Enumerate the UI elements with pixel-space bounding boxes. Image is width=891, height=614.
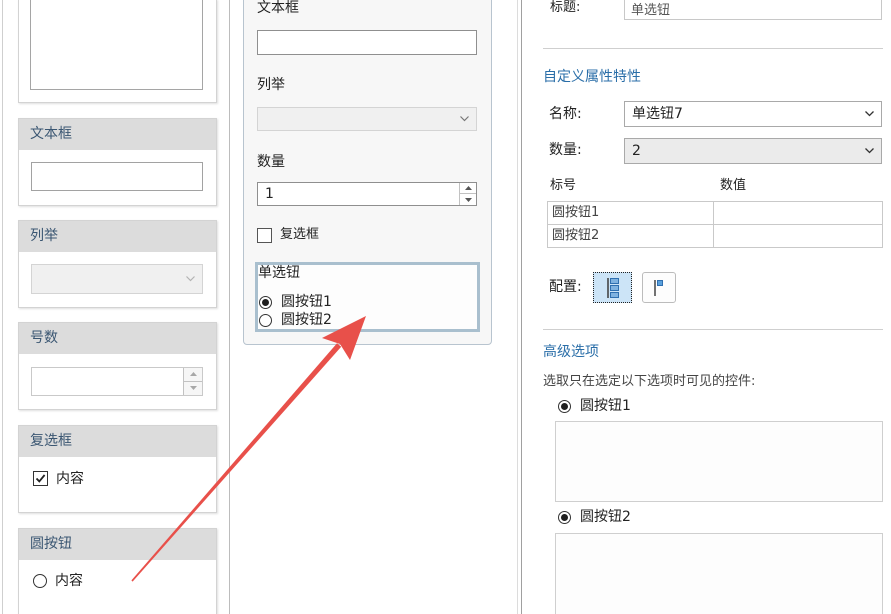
title-label: 标题: (550, 0, 581, 15)
triangle-up-icon (464, 186, 472, 190)
palette-item-title: 复选框 (19, 426, 216, 457)
combo-box[interactable] (257, 107, 477, 131)
horizontal-layout-icon (654, 279, 663, 296)
options-table: 圆按钮1 圆按钮2 (547, 201, 883, 248)
chevron-down-icon (460, 116, 469, 122)
text-area-preview (30, 0, 203, 90)
visibility-radio-label: 圆按钮1 (580, 398, 631, 414)
chevron-down-icon (865, 148, 874, 154)
advanced-options-heading: 高级选项 (543, 344, 599, 360)
radio-group-title: 单选钮 (258, 265, 300, 281)
form-preview-panel: 文本框 列举 数量 1 复选框 单选钮 圆按钮1 圆按钮2 (243, 0, 492, 345)
table-row: 圆按钮1 (547, 201, 883, 225)
quantity-spinner[interactable]: 1 (257, 182, 477, 206)
triangle-down-icon (189, 386, 197, 391)
checkbox-preview (33, 471, 48, 486)
spin-down-button[interactable] (460, 194, 476, 205)
text-field-label: 文本框 (257, 0, 299, 16)
triangle-down-icon (464, 197, 472, 202)
palette-item-text-area[interactable] (18, 0, 217, 103)
horizontal-layout-button[interactable] (642, 272, 676, 303)
layout-label: 配置: (549, 279, 582, 295)
checkbox-preview-label: 内容 (56, 471, 84, 487)
combo-label: 列举 (257, 77, 285, 93)
settings-panel: 标题: 自定义属性特性 名称: 单选钮7 数量: 2 标号 数值 圆按钮1 圆按… (522, 0, 891, 614)
palette-item-title: 圆按钮 (19, 529, 216, 560)
chevron-down-icon (865, 111, 874, 117)
radio-button-preview-label: 内容 (55, 573, 83, 589)
palette-item-title: 列举 (19, 221, 216, 252)
table-row: 圆按钮2 (547, 224, 883, 248)
visible-controls-list[interactable] (555, 421, 883, 502)
palette-item-title: 文本框 (19, 119, 216, 150)
combo-box-preview (31, 264, 203, 294)
count-value: 2 (632, 143, 641, 159)
triangle-up-icon (189, 372, 197, 377)
count-label: 数量: (549, 142, 582, 158)
vertical-layout-icon (606, 277, 619, 298)
visible-controls-list[interactable] (555, 533, 883, 614)
radio-button-preview (33, 574, 47, 588)
vertical-layout-button[interactable] (593, 272, 632, 303)
spinner-buttons (459, 183, 476, 205)
text-field-input[interactable] (257, 30, 477, 55)
visibility-radio[interactable] (558, 400, 571, 413)
visibility-radio-label: 圆按钮2 (580, 509, 631, 525)
table-cell-value[interactable] (713, 201, 883, 225)
table-cell-value[interactable] (713, 224, 883, 248)
table-header-value: 数值 (720, 178, 747, 193)
checkmark-icon (35, 474, 46, 483)
table-cell-label[interactable]: 圆按钮2 (547, 224, 714, 248)
palette-left-border (2, 0, 3, 614)
quantity-value: 1 (265, 186, 274, 202)
radio-button[interactable] (259, 314, 272, 327)
palette-item-text-field[interactable]: 文本框 (18, 118, 217, 206)
palette-item-title: 号数 (19, 323, 216, 354)
radio-dot-icon (561, 403, 568, 410)
radio-button-label: 圆按钮2 (281, 312, 332, 328)
text-field-preview (31, 162, 203, 191)
radio-button[interactable] (259, 296, 272, 309)
table-cell-label[interactable]: 圆按钮1 (547, 201, 714, 225)
palette-item-radio-button[interactable]: 圆按钮 内容 (18, 528, 217, 614)
checkbox[interactable] (257, 228, 272, 243)
advanced-options-description: 选取只在选定以下选项时可见的控件: (543, 374, 756, 389)
count-combo[interactable]: 2 (624, 138, 882, 164)
visibility-radio[interactable] (558, 511, 571, 524)
spin-down-button (184, 381, 202, 395)
widget-palette: 文本框 列举 号数 复选框 内容 圆按钮 内容 (0, 0, 230, 614)
panel-divider (517, 0, 518, 614)
name-label: 名称: (549, 106, 582, 122)
name-value: 单选钮7 (632, 106, 683, 122)
palette-item-spinner[interactable]: 号数 (18, 322, 217, 410)
radio-dot-icon (561, 514, 568, 521)
name-combo[interactable]: 单选钮7 (624, 101, 882, 127)
chevron-down-icon (186, 276, 195, 282)
table-header-label: 标号 (550, 178, 577, 193)
custom-properties-heading: 自定义属性特性 (543, 69, 641, 85)
radio-dot-icon (262, 299, 269, 306)
title-field[interactable] (624, 0, 882, 20)
spinner-buttons (183, 368, 202, 395)
checkbox-label: 复选框 (280, 227, 320, 242)
spinner-preview (31, 367, 203, 396)
palette-item-checkbox[interactable]: 复选框 内容 (18, 425, 217, 513)
palette-item-combo-box[interactable]: 列举 (18, 220, 217, 308)
radio-group-box[interactable]: 单选钮 圆按钮1 圆按钮2 (255, 262, 480, 332)
radio-button-label: 圆按钮1 (281, 294, 332, 310)
section-divider (543, 48, 883, 49)
section-divider (543, 329, 883, 330)
spin-up-button (184, 368, 202, 382)
spin-up-button[interactable] (460, 183, 476, 194)
quantity-label: 数量 (257, 154, 285, 170)
